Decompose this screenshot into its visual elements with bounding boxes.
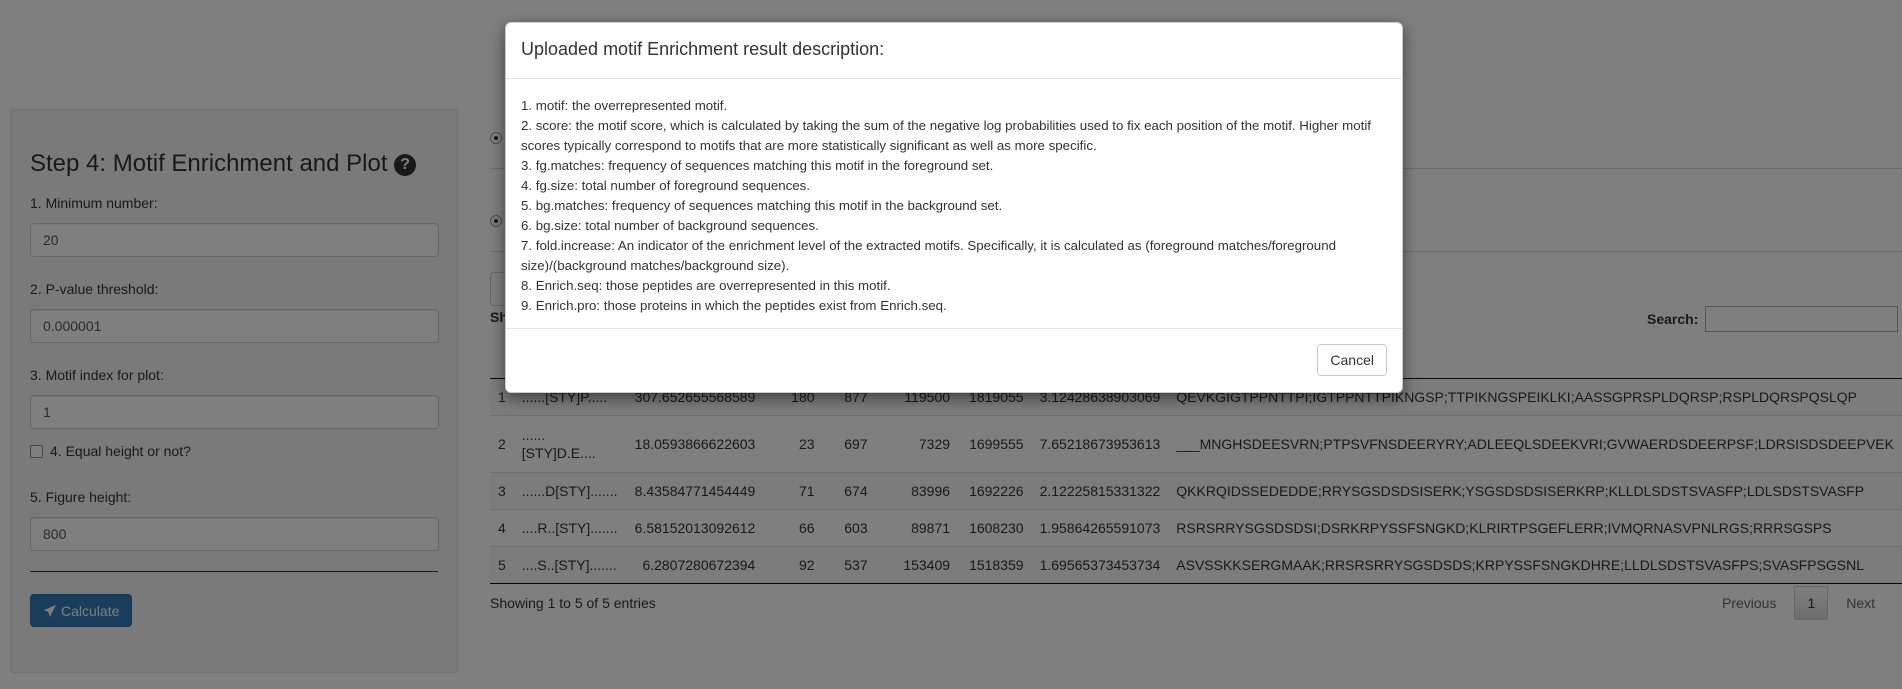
modal-header: Uploaded motif Enrichment result descrip… <box>506 23 1402 79</box>
description-modal: Uploaded motif Enrichment result descrip… <box>505 22 1403 393</box>
modal-footer: Cancel <box>506 329 1402 392</box>
description-line: 5. bg.matches: frequency of sequences ma… <box>521 198 1003 213</box>
description-line: 4. fg.size: total number of foreground s… <box>521 178 811 193</box>
cancel-button[interactable]: Cancel <box>1317 344 1387 376</box>
description-line: 7. fold.increase: An indicator of the en… <box>521 238 1336 273</box>
description-line: 2. score: the motif score, which is calc… <box>521 118 1371 153</box>
modal-body: 1. motif: the overrepresented motif. 2. … <box>506 79 1402 329</box>
modal-title: Uploaded motif Enrichment result descrip… <box>521 39 885 59</box>
description-line: 3. fg.matches: frequency of sequences ma… <box>521 158 994 173</box>
description-line: 1. motif: the overrepresented motif. <box>521 98 728 113</box>
description-line: 9. Enrich.pro: those proteins in which t… <box>521 298 947 313</box>
description-line: 8. Enrich.seq: those peptides are overre… <box>521 278 891 293</box>
description-line: 6. bg.size: total number of background s… <box>521 218 819 233</box>
